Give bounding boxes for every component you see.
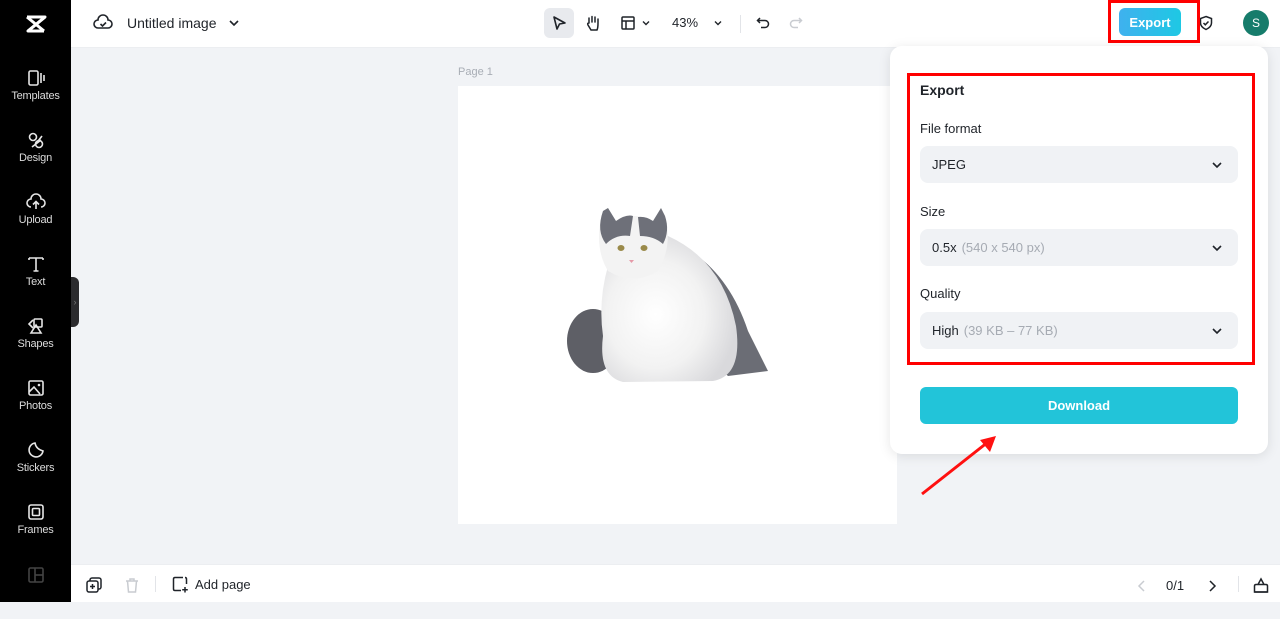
add-page-button[interactable]: Add page	[171, 575, 251, 593]
size-select[interactable]: 0.5x (540 x 540 px)	[920, 229, 1238, 266]
page-label: Page 1	[458, 66, 493, 78]
bottom-toolbar: Add page 0/1	[71, 564, 1280, 602]
cat-image[interactable]	[458, 86, 897, 524]
sidebar-item-frames[interactable]: Frames	[0, 500, 71, 556]
sidebar-item-design[interactable]: Design	[0, 128, 71, 184]
upload-icon	[25, 193, 46, 209]
sidebar-layout-toggle[interactable]	[0, 563, 71, 619]
undo-button[interactable]	[751, 8, 775, 38]
logo-icon	[25, 15, 46, 33]
divider	[740, 15, 741, 33]
quality-value: High	[932, 323, 959, 338]
chevron-down-icon	[714, 21, 722, 26]
sidebar-item-label: Design	[18, 152, 53, 164]
page-canvas[interactable]	[458, 86, 897, 524]
shield-check-icon	[1199, 15, 1213, 31]
design-icon	[28, 132, 43, 149]
file-format-label: File format	[920, 121, 982, 136]
size-detail: (540 x 540 px)	[961, 240, 1045, 255]
sidebar-collapse-handle[interactable]: ›	[71, 277, 79, 327]
select-tool-button[interactable]	[544, 8, 574, 38]
quality-label: Quality	[920, 286, 961, 301]
divider	[1238, 576, 1239, 592]
chevron-down-icon	[1212, 245, 1222, 252]
sidebar-item-upload[interactable]: Upload	[0, 190, 71, 246]
size-value: 0.5x	[932, 240, 957, 255]
sidebar-item-label: Photos	[18, 400, 53, 412]
sidebar: Templates Design Upload Text Shapes Phot…	[0, 0, 71, 602]
size-label: Size	[920, 204, 946, 219]
file-format-select[interactable]: JPEG	[920, 146, 1238, 183]
security-button[interactable]	[1195, 12, 1217, 34]
sidebar-item-label: Frames	[17, 524, 54, 536]
capcut-logo[interactable]	[0, 0, 71, 48]
quality-select[interactable]: High (39 KB – 77 KB)	[920, 312, 1238, 349]
pointer-icon	[553, 16, 566, 30]
divider	[155, 576, 156, 592]
sidebar-item-label: Text	[25, 276, 46, 288]
frames-icon	[27, 504, 44, 520]
add-page-icon	[172, 576, 188, 593]
document-title[interactable]: Untitled image	[127, 15, 217, 31]
top-toolbar: Untitled image 43% Export S	[71, 0, 1280, 48]
zoom-dropdown-button[interactable]	[708, 8, 728, 38]
export-panel: Export File format JPEG Size 0.5x (540 x…	[890, 46, 1268, 454]
layout-tool-button[interactable]	[616, 8, 656, 38]
export-panel-title: Export	[920, 82, 965, 98]
export-button[interactable]: Export	[1119, 8, 1181, 36]
prev-page-icon[interactable]	[1133, 577, 1151, 595]
hand-tool-button[interactable]	[578, 8, 608, 38]
user-avatar[interactable]: S	[1243, 10, 1269, 36]
sidebar-item-photos[interactable]: Photos	[0, 376, 71, 432]
duplicate-page-icon[interactable]	[85, 576, 103, 594]
page-counter: 0/1	[1166, 578, 1185, 593]
add-page-label: Add page	[195, 576, 251, 592]
file-format-value: JPEG	[932, 157, 966, 172]
cloud-saved-icon	[93, 14, 113, 29]
chevron-down-icon	[1212, 328, 1222, 335]
sidebar-item-templates[interactable]: Templates	[0, 66, 71, 122]
sidebar-item-label: Shapes	[17, 338, 54, 350]
redo-button[interactable]	[784, 8, 808, 38]
download-button[interactable]: Download	[920, 387, 1238, 424]
text-icon	[27, 257, 44, 272]
photos-icon	[27, 380, 44, 396]
layout-panel-icon	[27, 567, 44, 583]
hand-icon	[586, 15, 599, 31]
sidebar-item-label: Upload	[18, 214, 53, 226]
redo-icon	[789, 17, 803, 29]
templates-icon	[27, 70, 45, 86]
expand-pages-icon[interactable]	[1252, 576, 1270, 594]
sidebar-item-stickers[interactable]: Stickers	[0, 438, 71, 494]
undo-icon	[756, 17, 770, 29]
sidebar-item-label: Templates	[11, 90, 60, 102]
sidebar-item-text[interactable]: Text	[0, 252, 71, 308]
sidebar-item-shapes[interactable]: Shapes	[0, 314, 71, 370]
shapes-icon	[27, 318, 43, 334]
zoom-level[interactable]: 43%	[672, 15, 698, 30]
next-page-icon[interactable]	[1203, 577, 1221, 595]
stickers-icon	[27, 442, 44, 458]
delete-page-icon[interactable]	[123, 576, 141, 594]
quality-detail: (39 KB – 77 KB)	[963, 323, 1058, 338]
layout-icon	[621, 16, 635, 30]
chevron-down-icon[interactable]	[227, 16, 241, 30]
chevron-down-icon	[642, 21, 650, 26]
chevron-down-icon	[1212, 162, 1222, 169]
sidebar-item-label: Stickers	[16, 462, 55, 474]
